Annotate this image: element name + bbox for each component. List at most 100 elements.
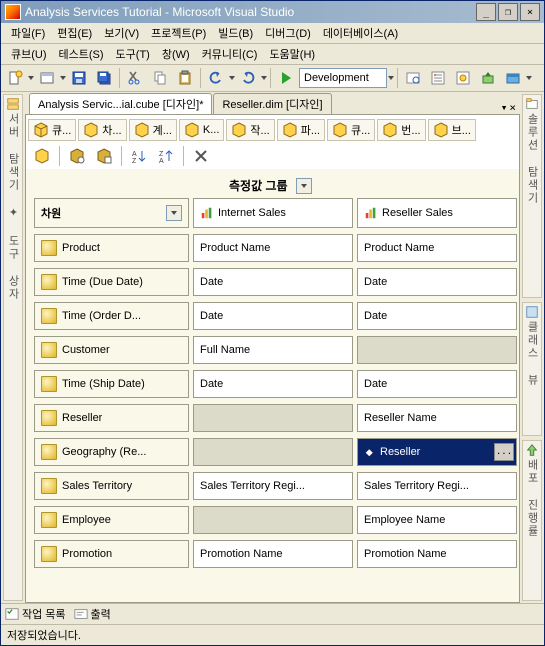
measure-head-internet[interactable]: Internet Sales [193,198,353,228]
redo-button[interactable] [236,66,260,90]
new-item-button[interactable] [3,66,27,90]
copy-button[interactable] [148,66,172,90]
usage-cell[interactable]: Promotion Name [357,540,517,568]
usage-cell[interactable]: Product Name [357,234,517,262]
designer-tab-7[interactable]: 번... [377,119,425,141]
dimension-cell[interactable]: Time (Due Date) [34,268,189,296]
designer-btn-3[interactable] [92,144,116,168]
usage-cell[interactable]: Date [357,370,517,398]
usage-cell[interactable]: Reseller Name [357,404,517,432]
designer-tab-2[interactable]: 계... [129,119,177,141]
save-button[interactable] [67,66,91,90]
usage-cell[interactable]: Product Name [193,234,353,262]
save-all-button[interactable] [92,66,116,90]
designer-btn-1[interactable] [30,144,54,168]
usage-cell[interactable] [193,438,353,466]
config-dropdown[interactable] [388,67,394,89]
properties-button[interactable] [426,66,450,90]
menu-cube[interactable]: 큐브(U) [5,44,53,64]
server-explorer-tab[interactable]: 서버 탐색기 ✦ 도구 상자 [3,94,23,601]
usage-cell[interactable] [193,404,353,432]
usage-cell[interactable]: Sales Territory Regi... [357,472,517,500]
undo-dropdown[interactable] [229,67,235,89]
toolbox-button[interactable] [501,66,525,90]
class-view-tab[interactable]: 클래스 뷰 [522,302,542,436]
menu-community[interactable]: 커뮤니티(C) [196,44,264,64]
undo-button[interactable] [204,66,228,90]
usage-cell[interactable]: Sales Territory Regi... [193,472,353,500]
dimension-cell[interactable]: Customer [34,336,189,364]
config-combo[interactable]: Development [299,68,387,88]
redo-dropdown[interactable] [261,67,267,89]
task-list-tab[interactable]: 작업 목록 [5,606,66,622]
menu-tools[interactable]: 도구(T) [110,44,156,64]
dimension-cell[interactable]: Employee [34,506,189,534]
menu-build[interactable]: 빌드(B) [212,23,259,43]
add-item-button[interactable] [35,66,59,90]
designer-tab-8[interactable]: 브... [428,119,476,141]
usage-cell[interactable] [357,336,517,364]
deploy-progress-tab[interactable]: 배포 진행률 [522,440,542,601]
restore-button[interactable]: ❐ [498,3,518,21]
designer-tab-3[interactable]: K... [179,119,225,141]
designer-tab-1[interactable]: 차... [78,119,126,141]
menu-debug[interactable]: 디버그(D) [259,23,317,43]
menu-file[interactable]: 파일(F) [5,23,51,43]
usage-cell[interactable]: Date [193,302,353,330]
measure-groups-dropdown[interactable] [296,178,312,194]
dimension-cell[interactable]: Promotion [34,540,189,568]
menu-edit[interactable]: 편집(E) [51,23,98,43]
dimension-cell[interactable]: Reseller [34,404,189,432]
usage-cell[interactable]: Promotion Name [193,540,353,568]
paste-button[interactable] [173,66,197,90]
statusbar: 저장되었습니다. [1,624,544,645]
sort-desc-button[interactable]: ZA [154,144,178,168]
output-tab[interactable]: 출력 [74,606,111,622]
menu-test[interactable]: 테스트(S) [53,44,110,64]
usage-cell[interactable]: Date [193,370,353,398]
deploy-button[interactable] [476,66,500,90]
designer-tab-5[interactable]: 파... [277,119,325,141]
tab-menu-button[interactable]: ▾ [501,101,508,114]
dimension-cell[interactable]: Time (Ship Date) [34,370,189,398]
add-item-dropdown[interactable] [60,67,66,89]
tab-close-button[interactable]: × [509,101,516,114]
new-item-dropdown[interactable] [28,67,34,89]
designer-tab-4[interactable]: 작... [226,119,274,141]
usage-cell[interactable]: Employee Name [357,506,517,534]
run-button[interactable] [274,66,298,90]
minimize-button[interactable]: _ [476,3,496,21]
menu-view[interactable]: 보기(V) [98,23,145,43]
usage-cell[interactable]: Full Name [193,336,353,364]
designer-tab-6[interactable]: 큐... [327,119,375,141]
menu-project[interactable]: 프로젝트(P) [145,23,212,43]
close-button[interactable]: × [520,3,540,21]
solution-explorer-tab[interactable]: 솔루션 탐색기 [522,94,542,298]
designer-tab-0[interactable]: 큐... [28,119,76,141]
designer-btn-2[interactable] [65,144,89,168]
usage-cell[interactable] [193,506,353,534]
measure-head-reseller[interactable]: Reseller Sales [357,198,517,228]
delete-button[interactable] [189,144,213,168]
dimension-usage-grid: 측정값 그룹 차원 Internet Sales Reseller Sales [25,169,520,603]
cut-button[interactable] [123,66,147,90]
usage-cell[interactable]: Reseller... [357,438,517,466]
dimension-cell[interactable]: Product [34,234,189,262]
dimension-cell[interactable]: Time (Order D... [34,302,189,330]
object-button[interactable] [451,66,475,90]
toolbox-dropdown[interactable] [526,67,532,89]
browse-button[interactable]: ... [494,443,514,461]
menu-database[interactable]: 데이터베이스(A) [317,23,404,43]
doc-tab-cube[interactable]: Analysis Servic...ial.cube [디자인]* [29,93,212,114]
find-button[interactable] [401,66,425,90]
dimensions-dropdown[interactable] [166,205,182,221]
usage-cell[interactable]: Date [193,268,353,296]
dimension-cell[interactable]: Geography (Re... [34,438,189,466]
menu-window[interactable]: 창(W) [156,44,196,64]
menu-help[interactable]: 도움말(H) [263,44,321,64]
usage-cell[interactable]: Date [357,302,517,330]
sort-asc-button[interactable]: AZ [127,144,151,168]
dimension-cell[interactable]: Sales Territory [34,472,189,500]
usage-cell[interactable]: Date [357,268,517,296]
doc-tab-reseller[interactable]: Reseller.dim [디자인] [213,93,331,114]
